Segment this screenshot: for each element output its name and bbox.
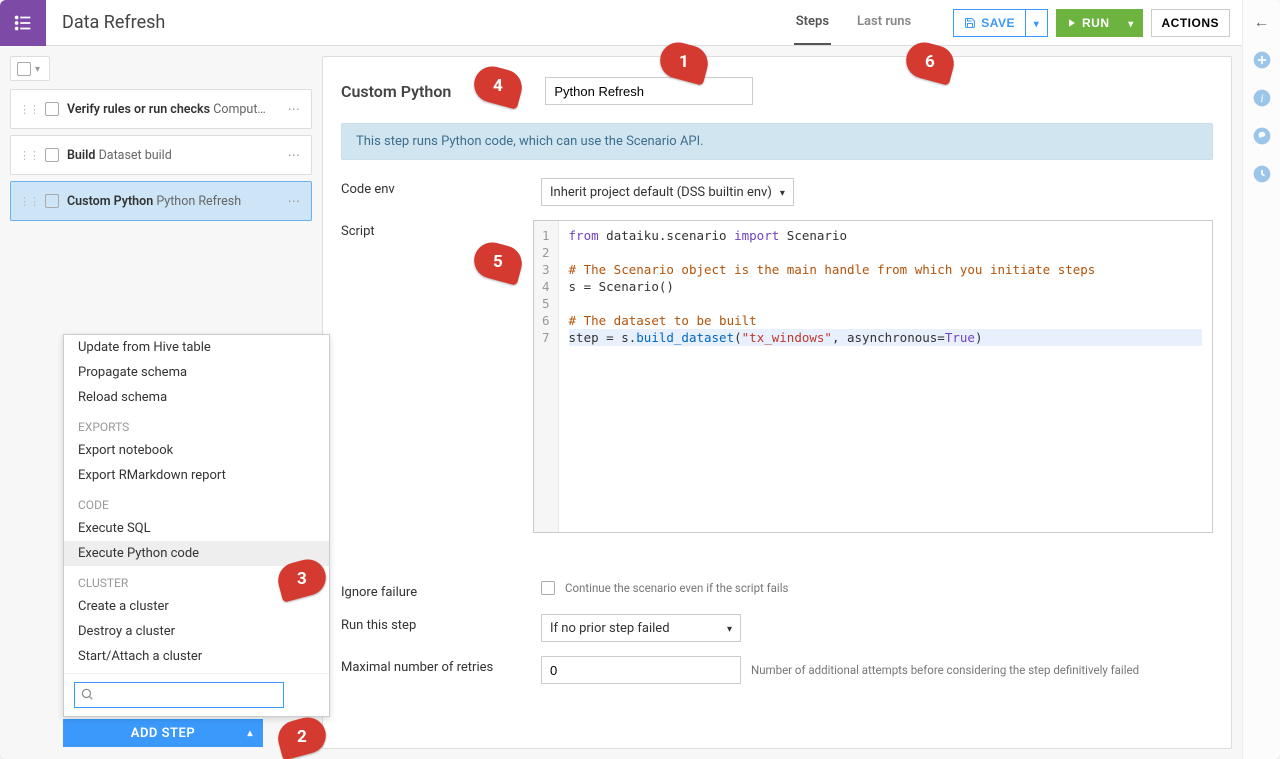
label-code-env: Code env	[341, 178, 541, 197]
add-step-button[interactable]: ADD STEP▴	[63, 719, 263, 747]
add-step-dropdown: Update from Hive tablePropagate schemaRe…	[63, 334, 330, 717]
step-label: Custom Python Python Refresh	[67, 194, 286, 209]
add-circle-icon[interactable]	[1252, 50, 1272, 70]
step-checkbox[interactable]	[45, 148, 59, 162]
step-item-verify[interactable]: ⋮⋮ Verify rules or run checks Comput… ⋯	[10, 89, 312, 129]
run-condition-select[interactable]: If no prior step failed	[541, 614, 741, 642]
dropdown-item[interactable]: Reload schema	[64, 385, 329, 410]
step-item-build[interactable]: ⋮⋮ Build Dataset build ⋯	[10, 135, 312, 175]
menu-icon[interactable]	[0, 0, 46, 46]
ignore-failure-hint: Continue the scenario even if the script…	[565, 581, 788, 595]
chat-circle-icon[interactable]	[1252, 126, 1272, 146]
dropdown-item[interactable]: Execute SQL	[64, 516, 329, 541]
drag-handle-icon[interactable]: ⋮⋮	[19, 149, 39, 162]
collapse-arrow-icon[interactable]: ←	[1254, 12, 1270, 32]
step-checkbox[interactable]	[45, 102, 59, 116]
dropdown-item[interactable]: Execute Python code	[64, 541, 329, 566]
label-run-this-step: Run this step	[341, 614, 541, 633]
tab-steps[interactable]: Steps	[794, 0, 831, 45]
max-retries-hint: Number of additional attempts before con…	[751, 663, 1139, 677]
run-button[interactable]: RUN	[1056, 9, 1121, 37]
dropdown-item[interactable]: Export RMarkdown report	[64, 463, 329, 488]
code-env-select[interactable]: Inherit project default (DSS builtin env…	[541, 178, 794, 206]
max-retries-input[interactable]	[541, 656, 741, 684]
label-max-retries: Maximal number of retries	[341, 656, 541, 675]
info-circle-icon[interactable]: i	[1252, 88, 1272, 108]
dropdown-search-input[interactable]	[74, 682, 284, 708]
step-menu-icon[interactable]: ⋯	[286, 101, 304, 117]
step-menu-icon[interactable]: ⋯	[286, 193, 304, 209]
right-rail: ← i	[1242, 0, 1280, 759]
step-label: Build Dataset build	[67, 148, 286, 163]
step-name-input[interactable]	[545, 77, 753, 105]
top-header: Data Refresh Steps Last runs SAVE R	[0, 0, 1242, 46]
step-detail-panel: Custom Python This step runs Python code…	[322, 56, 1232, 749]
code-content[interactable]: from dataiku.scenario import Scenario # …	[559, 221, 1212, 532]
dropdown-item[interactable]: Export notebook	[64, 438, 329, 463]
dropdown-group-label: CODE	[64, 488, 329, 516]
history-circle-icon[interactable]	[1252, 164, 1272, 184]
run-dropdown[interactable]	[1121, 9, 1143, 37]
dropdown-item[interactable]: Destroy a cluster	[64, 619, 329, 644]
drag-handle-icon[interactable]: ⋮⋮	[19, 195, 39, 208]
dropdown-item[interactable]: Propagate schema	[64, 360, 329, 385]
step-item-custom-python[interactable]: ⋮⋮ Custom Python Python Refresh ⋯	[10, 181, 312, 221]
code-gutter: 1234567	[534, 221, 559, 532]
drag-handle-icon[interactable]: ⋮⋮	[19, 103, 39, 116]
save-dropdown[interactable]	[1026, 9, 1048, 37]
label-ignore-failure: Ignore failure	[341, 581, 541, 600]
search-icon	[80, 687, 94, 705]
page-title: Data Refresh	[46, 12, 181, 33]
label-script: Script	[341, 220, 533, 239]
dropdown-item[interactable]: Start/Attach a cluster	[64, 644, 329, 669]
tab-last-runs[interactable]: Last runs	[855, 0, 913, 45]
step-menu-icon[interactable]: ⋯	[286, 147, 304, 163]
dropdown-group-label: EXPORTS	[64, 410, 329, 438]
code-editor[interactable]: 1234567 from dataiku.scenario import Sce…	[533, 220, 1213, 533]
ignore-failure-checkbox[interactable]	[541, 581, 555, 595]
save-button[interactable]: SAVE	[953, 9, 1026, 37]
step-checkbox[interactable]	[45, 194, 59, 208]
dropdown-item[interactable]: Update from Hive table	[64, 335, 329, 360]
step-label: Verify rules or run checks Comput…	[67, 102, 286, 117]
info-banner: This step runs Python code, which can us…	[341, 123, 1213, 160]
panel-title: Custom Python	[341, 82, 451, 101]
tabs: Steps Last runs	[794, 0, 913, 45]
svg-text:i: i	[1260, 92, 1263, 105]
actions-button[interactable]: ACTIONS	[1151, 9, 1231, 37]
select-all-dropdown[interactable]	[10, 56, 50, 81]
select-all-checkbox[interactable]	[17, 62, 31, 76]
